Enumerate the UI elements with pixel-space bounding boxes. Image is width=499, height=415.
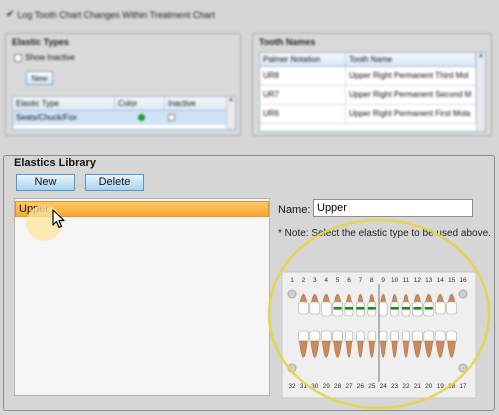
elastic-types-header: Elastic Type Color Inactive	[13, 97, 235, 111]
upper-tooth-number: 2	[302, 277, 306, 284]
lower-tooth-crown[interactable]	[434, 330, 446, 343]
upper-tooth-number: 8	[370, 277, 374, 284]
elastic-hook-marker	[424, 307, 433, 310]
log-changes-row[interactable]: ✔ Log Tooth Chart Changes Within Treatme…	[6, 9, 215, 20]
col-inactive[interactable]: Inactive	[165, 97, 227, 110]
elastic-hook-marker	[413, 307, 422, 310]
lower-tooth-number: 21	[414, 383, 422, 390]
lower-tooth-number: 24	[380, 383, 388, 390]
checkmark-icon: ✔	[6, 9, 15, 20]
upper-tooth-number: 5	[336, 277, 340, 284]
show-inactive-row[interactable]: Show Inactive	[14, 53, 75, 62]
upper-tooth-number: 15	[448, 277, 456, 284]
missing-tooth-icon[interactable]	[287, 289, 297, 299]
tooth-chart[interactable]: 1 2 3 4 5 6 7 8 9 10 11 12 13 14 15 1632 31 30 29 28 27 26 25 2…	[266, 184, 492, 410]
table-row[interactable]: Seats/Chuck/Fox	[13, 111, 235, 125]
lower-tooth-number: 25	[368, 383, 376, 390]
upper-tooth-crown[interactable]	[309, 301, 321, 315]
inactive-checkbox[interactable]	[168, 114, 175, 121]
delete-button[interactable]: Delete	[85, 174, 144, 191]
new-button[interactable]: New	[16, 174, 75, 191]
lower-tooth-number: 17	[459, 383, 467, 390]
lower-tooth-number: 22	[402, 383, 410, 390]
elastic-type-cell: Seats/Chuck/Fox	[13, 111, 115, 124]
lower-tooth-number: 32	[288, 383, 296, 390]
upper-tooth-number: 13	[425, 277, 433, 284]
lower-tooth-number: 29	[323, 383, 331, 390]
upper-tooth-number: 10	[391, 277, 399, 284]
lower-tooth-crown[interactable]	[298, 330, 309, 343]
lower-tooth-number: 19	[437, 383, 445, 390]
palmer-cell: UR8	[260, 67, 346, 85]
scroll-up-icon[interactable]: ▲	[227, 97, 235, 103]
col-color[interactable]: Color	[115, 97, 165, 110]
mouse-pointer-icon	[52, 209, 65, 229]
lower-tooth-number: 20	[425, 383, 433, 390]
col-elastic-type[interactable]: Elastic Type	[13, 97, 115, 110]
elastic-hook-marker	[356, 307, 365, 310]
elastic-types-scrollbar[interactable]: ▲	[226, 97, 235, 129]
palmer-cell: UR7	[260, 86, 346, 104]
lower-tooth-number: 27	[345, 383, 353, 390]
lower-tooth-crown[interactable]	[309, 330, 321, 343]
elastic-types-title: Elastic Types	[12, 37, 69, 47]
upper-tooth-number: 4	[324, 277, 328, 284]
upper-tooth-crown[interactable]	[378, 301, 388, 317]
missing-tooth-icon[interactable]	[458, 289, 468, 299]
elastics-library-group: Elastics Library New Delete Upper Name: …	[3, 155, 495, 411]
lower-tooth-number: 26	[357, 383, 365, 390]
palmer-cell: UR6	[260, 105, 346, 123]
upper-tooth-crown[interactable]	[298, 301, 309, 315]
tooth-names-scrollbar[interactable]: ▲	[476, 53, 485, 131]
tooth-names-header: Palmer Notation Tooth Name	[260, 53, 485, 67]
elastic-hook-marker	[390, 307, 399, 310]
lower-tooth-number: 28	[334, 383, 342, 390]
elastic-hook-marker	[402, 307, 410, 310]
tooth-name-cell: Upper Right Permanent Second M	[346, 86, 476, 104]
col-tooth-name[interactable]: Tooth Name	[346, 53, 476, 66]
inactive-cell	[165, 111, 227, 124]
upper-tooth-number: 14	[437, 277, 445, 284]
tooth-name-cell: Upper Right Permanent First Mola	[346, 105, 476, 123]
upper-tooth-crown[interactable]	[434, 301, 446, 315]
elastic-hook-marker	[333, 307, 342, 310]
upper-tooth-number: 3	[313, 277, 317, 284]
upper-tooth-number: 7	[359, 277, 363, 284]
color-swatch-icon	[137, 114, 145, 121]
table-row[interactable]: UR6 Upper Right Permanent First Mola	[260, 105, 485, 124]
log-changes-label: Log Tooth Chart Changes Within Treatment…	[17, 9, 215, 20]
elastic-types-grid: Elastic Type Color Inactive Seats/Chuck/…	[12, 96, 236, 130]
upper-tooth-number: 1	[290, 277, 294, 284]
upper-tooth-number: 9	[381, 277, 385, 284]
tooth-names-grid: Palmer Notation Tooth Name UR8 Upper Rig…	[259, 52, 486, 132]
scroll-up-icon[interactable]: ▲	[477, 53, 485, 59]
elastic-types-panel: Elastic Types Show Inactive New Elastic …	[5, 33, 241, 136]
blurred-settings-region: ✔ Log Tooth Chart Changes Within Treatme…	[0, 0, 499, 152]
elastics-library-title: Elastics Library	[12, 157, 98, 169]
upper-tooth-number: 6	[347, 277, 351, 284]
lower-tooth-crown[interactable]	[446, 330, 457, 343]
upper-tooth-number: 12	[414, 277, 422, 284]
upper-tooth-number: 16	[459, 277, 467, 284]
col-palmer[interactable]: Palmer Notation	[260, 53, 346, 66]
upper-tooth-crown[interactable]	[446, 301, 457, 315]
tooth-name-cell: Upper Right Permanent Third Mol	[346, 67, 476, 85]
show-inactive-checkbox[interactable]	[14, 53, 22, 62]
color-cell	[115, 111, 165, 124]
lower-tooth-number: 23	[391, 383, 399, 390]
table-row[interactable]: UR8 Upper Right Permanent Third Mol	[260, 67, 485, 86]
show-inactive-label: Show Inactive	[25, 53, 75, 62]
upper-tooth-number: 11	[403, 277, 410, 284]
tooth-names-panel: Tooth Names Palmer Notation Tooth Name U…	[252, 33, 492, 136]
elastic-hook-marker	[367, 307, 376, 310]
table-row[interactable]: UR7 Upper Right Permanent Second M	[260, 86, 485, 105]
elastic-type-new-button[interactable]: New	[26, 71, 53, 85]
upper-tooth-crown[interactable]	[320, 301, 332, 317]
elastic-hook-marker	[345, 307, 353, 310]
tooth-names-title: Tooth Names	[259, 37, 316, 47]
